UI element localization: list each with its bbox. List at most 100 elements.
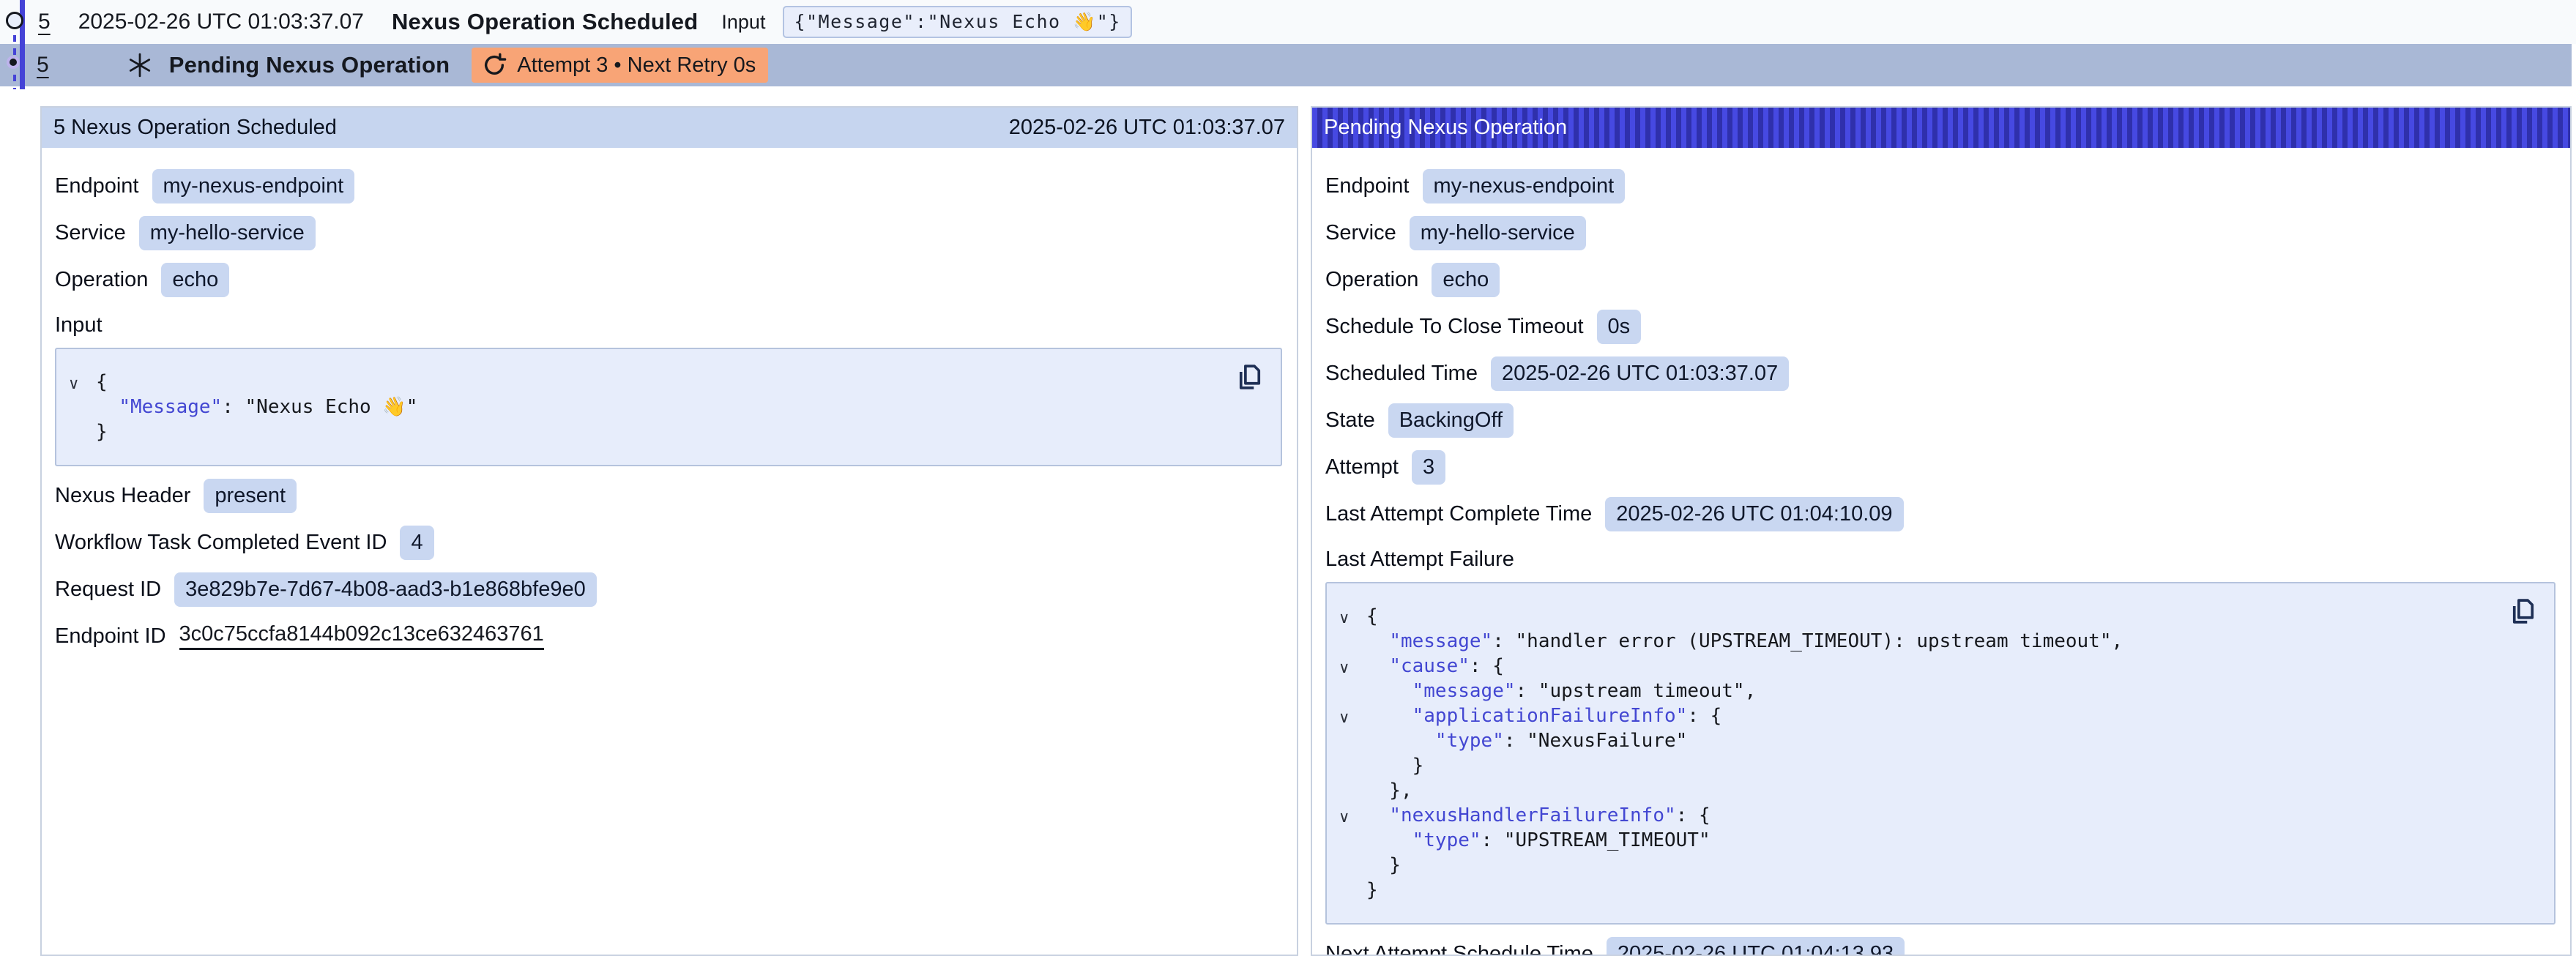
json-code-text: "message": "upstream timeout", bbox=[1366, 680, 1756, 702]
collapse-chevron-icon[interactable]: ∨ bbox=[1339, 605, 1350, 630]
field-row: Operationecho bbox=[55, 263, 1288, 297]
field-row: Endpoint my-nexus-endpoint bbox=[55, 169, 1288, 203]
json-code-line: "type": "NexusFailure" bbox=[1327, 728, 2539, 753]
attempt-retry-badge: Attempt 3 • Next Retry 0s bbox=[472, 48, 768, 83]
pending-asterisk-icon bbox=[127, 52, 153, 78]
json-code-text: "cause": { bbox=[1366, 655, 1504, 677]
field-value-link[interactable]: 3c0c75ccfa8144b092c13ce632463761 bbox=[179, 622, 544, 650]
json-code-text: "type": "UPSTREAM_TIMEOUT" bbox=[1366, 829, 1710, 851]
pending-operation-panel: Pending Nexus Operation Endpointmy-nexus… bbox=[1311, 106, 2572, 956]
scheduled-panel-title: 5 Nexus Operation Scheduled bbox=[53, 116, 337, 140]
retry-icon bbox=[482, 53, 507, 78]
event-detail-panels: 5 Nexus Operation Scheduled 2025-02-26 U… bbox=[40, 106, 2572, 956]
event-row-pending[interactable]: 5 Pending Nexus Operation Attempt 3 • Ne… bbox=[0, 44, 2572, 86]
field-row: Workflow Task Completed Event ID 4 bbox=[55, 526, 1288, 560]
field-label: Next Attempt Schedule Time bbox=[1325, 942, 1593, 956]
json-code-text: } bbox=[1366, 854, 1401, 876]
field-label: Service bbox=[1325, 221, 1396, 245]
field-label: Scheduled Time bbox=[1325, 362, 1478, 386]
json-code-line: } bbox=[1327, 878, 2539, 903]
field-row: Servicemy-hello-service bbox=[55, 216, 1288, 250]
pending-fields-top: Endpointmy-nexus-endpointServicemy-hello… bbox=[1325, 169, 2561, 531]
json-code-line: } bbox=[1327, 753, 2539, 778]
collapse-chevron-icon[interactable]: ∨ bbox=[1339, 804, 1350, 829]
pending-title: Pending Nexus Operation bbox=[169, 52, 450, 78]
collapse-chevron-icon[interactable]: ∨ bbox=[1339, 655, 1350, 680]
json-code-text: }, bbox=[1366, 780, 1412, 802]
field-label: Request ID bbox=[55, 578, 161, 602]
event-timestamp: 2025-02-26 UTC 01:03:37.07 bbox=[78, 10, 364, 34]
field-value-badge: 2025-02-26 UTC 01:04:13.93 bbox=[1607, 937, 1905, 956]
input-json-block: ∨{ "Message": "Nexus Echo 👋"} bbox=[55, 348, 1282, 466]
input-preview-chip: {"Message":"Nexus Echo 👋"} bbox=[783, 6, 1131, 38]
collapse-chevron-icon[interactable]: ∨ bbox=[1339, 705, 1350, 730]
json-code-line: ∨{ bbox=[1327, 604, 2539, 629]
json-code-line: ∨ "nexusHandlerFailureInfo": { bbox=[1327, 803, 2539, 828]
scheduled-panel-time: 2025-02-26 UTC 01:03:37.07 bbox=[1009, 116, 1285, 140]
attempt-retry-text: Attempt 3 • Next Retry 0s bbox=[517, 53, 756, 78]
json-code-line: ∨ "cause": { bbox=[1327, 654, 2539, 679]
scheduled-fields-top: Endpoint my-nexus-endpoint Servicemy-hello… bbox=[55, 169, 1288, 297]
field-row: Servicemy-hello-service bbox=[1325, 216, 2561, 250]
json-code-text: "Message": "Nexus Echo 👋" bbox=[96, 396, 417, 418]
field-value-badge: 2025-02-26 UTC 01:04:10.09 bbox=[1605, 497, 1903, 531]
event-id-link[interactable]: 5 bbox=[38, 10, 51, 34]
json-code-line: } bbox=[56, 419, 1266, 444]
json-code-line: } bbox=[1327, 853, 2539, 878]
field-label: Operation bbox=[1325, 268, 1418, 292]
json-code-line: ∨ "applicationFailureInfo": { bbox=[1327, 703, 2539, 728]
json-code-line: "message": "upstream timeout", bbox=[1327, 679, 2539, 703]
json-code-text: "type": "NexusFailure" bbox=[1366, 730, 1687, 752]
json-code-text: } bbox=[96, 421, 108, 443]
field-label: Endpoint bbox=[55, 174, 139, 198]
field-row: Operation echo bbox=[1325, 263, 2561, 297]
collapse-chevron-icon[interactable]: ∨ bbox=[68, 371, 79, 396]
field-value-badge: my-nexus-endpoint bbox=[152, 169, 355, 203]
field-label: Endpoint ID bbox=[55, 624, 166, 649]
field-value-badge: 0s bbox=[1597, 310, 1642, 344]
field-label: Nexus Header bbox=[55, 484, 190, 508]
field-value-badge: my-nexus-endpoint bbox=[1423, 169, 1626, 203]
field-value-badge: 3e829b7e-7d67-4b08-aad3-b1e868bfe9e0 bbox=[174, 572, 597, 607]
json-code-line: "Message": "Nexus Echo 👋" bbox=[56, 395, 1266, 419]
failure-json-lines: ∨{ "message": "handler error (UPSTREAM_T… bbox=[1327, 604, 2539, 903]
field-label: Last Attempt Complete Time bbox=[1325, 502, 1592, 526]
field-value-badge: echo bbox=[1432, 263, 1500, 297]
timeline-pending-node-icon bbox=[7, 56, 20, 69]
field-value-badge: BackingOff bbox=[1388, 403, 1514, 438]
scheduled-event-panel: 5 Nexus Operation Scheduled 2025-02-26 U… bbox=[40, 106, 1298, 956]
copy-icon[interactable] bbox=[2507, 595, 2539, 627]
field-value-badge: present bbox=[204, 479, 297, 513]
field-row: Scheduled Time 2025-02-26 UTC 01:03:37.07 bbox=[1325, 356, 2561, 391]
field-value-badge: 3 bbox=[1412, 450, 1445, 485]
field-label: State bbox=[1325, 408, 1375, 433]
field-value-badge: 2025-02-26 UTC 01:03:37.07 bbox=[1491, 356, 1789, 391]
field-label: Schedule To Close Timeout bbox=[1325, 315, 1584, 339]
field-row: Request ID 3e829b7e-7d67-4b08-aad3-b1e868… bbox=[55, 572, 1288, 607]
json-code-text: { bbox=[96, 371, 108, 393]
field-value-badge: 4 bbox=[400, 526, 433, 560]
field-label: Attempt bbox=[1325, 455, 1399, 479]
field-row: State BackingOff bbox=[1325, 403, 2561, 438]
pending-panel-header: Pending Nexus Operation bbox=[1312, 108, 2570, 148]
event-row-scheduled[interactable]: 5 2025-02-26 UTC 01:03:37.07 Nexus Opera… bbox=[0, 0, 2576, 44]
field-row: Endpoint ID 3c0c75ccfa8144b092c13ce632463… bbox=[55, 619, 1288, 653]
event-id-link[interactable]: 5 bbox=[37, 53, 49, 78]
json-code-text: "message": "handler error (UPSTREAM_TIME… bbox=[1366, 630, 2123, 652]
field-label: Service bbox=[55, 221, 126, 245]
pending-fields-bottom: Next Attempt Schedule Time 2025-02-26 UTC… bbox=[1325, 937, 2561, 956]
field-row: Attempt 3 bbox=[1325, 450, 2561, 485]
field-value-badge: echo bbox=[161, 263, 229, 297]
field-row: Nexus Header present bbox=[55, 479, 1288, 513]
json-code-line: }, bbox=[1327, 778, 2539, 803]
json-code-text: } bbox=[1366, 879, 1378, 901]
field-label: Workflow Task Completed Event ID bbox=[55, 531, 387, 555]
copy-icon[interactable] bbox=[1234, 361, 1266, 393]
json-code-line: "type": "UPSTREAM_TIMEOUT" bbox=[1327, 828, 2539, 853]
failure-json-block: ∨{ "message": "handler error (UPSTREAM_T… bbox=[1325, 582, 2555, 925]
field-row: Schedule To Close Timeout 0s bbox=[1325, 310, 2561, 344]
json-code-text: "applicationFailureInfo": { bbox=[1366, 705, 1721, 727]
json-code-line: ∨{ bbox=[56, 370, 1266, 395]
json-code-text: { bbox=[1366, 605, 1378, 627]
failure-section-label: Last Attempt Failure bbox=[1325, 548, 2561, 572]
